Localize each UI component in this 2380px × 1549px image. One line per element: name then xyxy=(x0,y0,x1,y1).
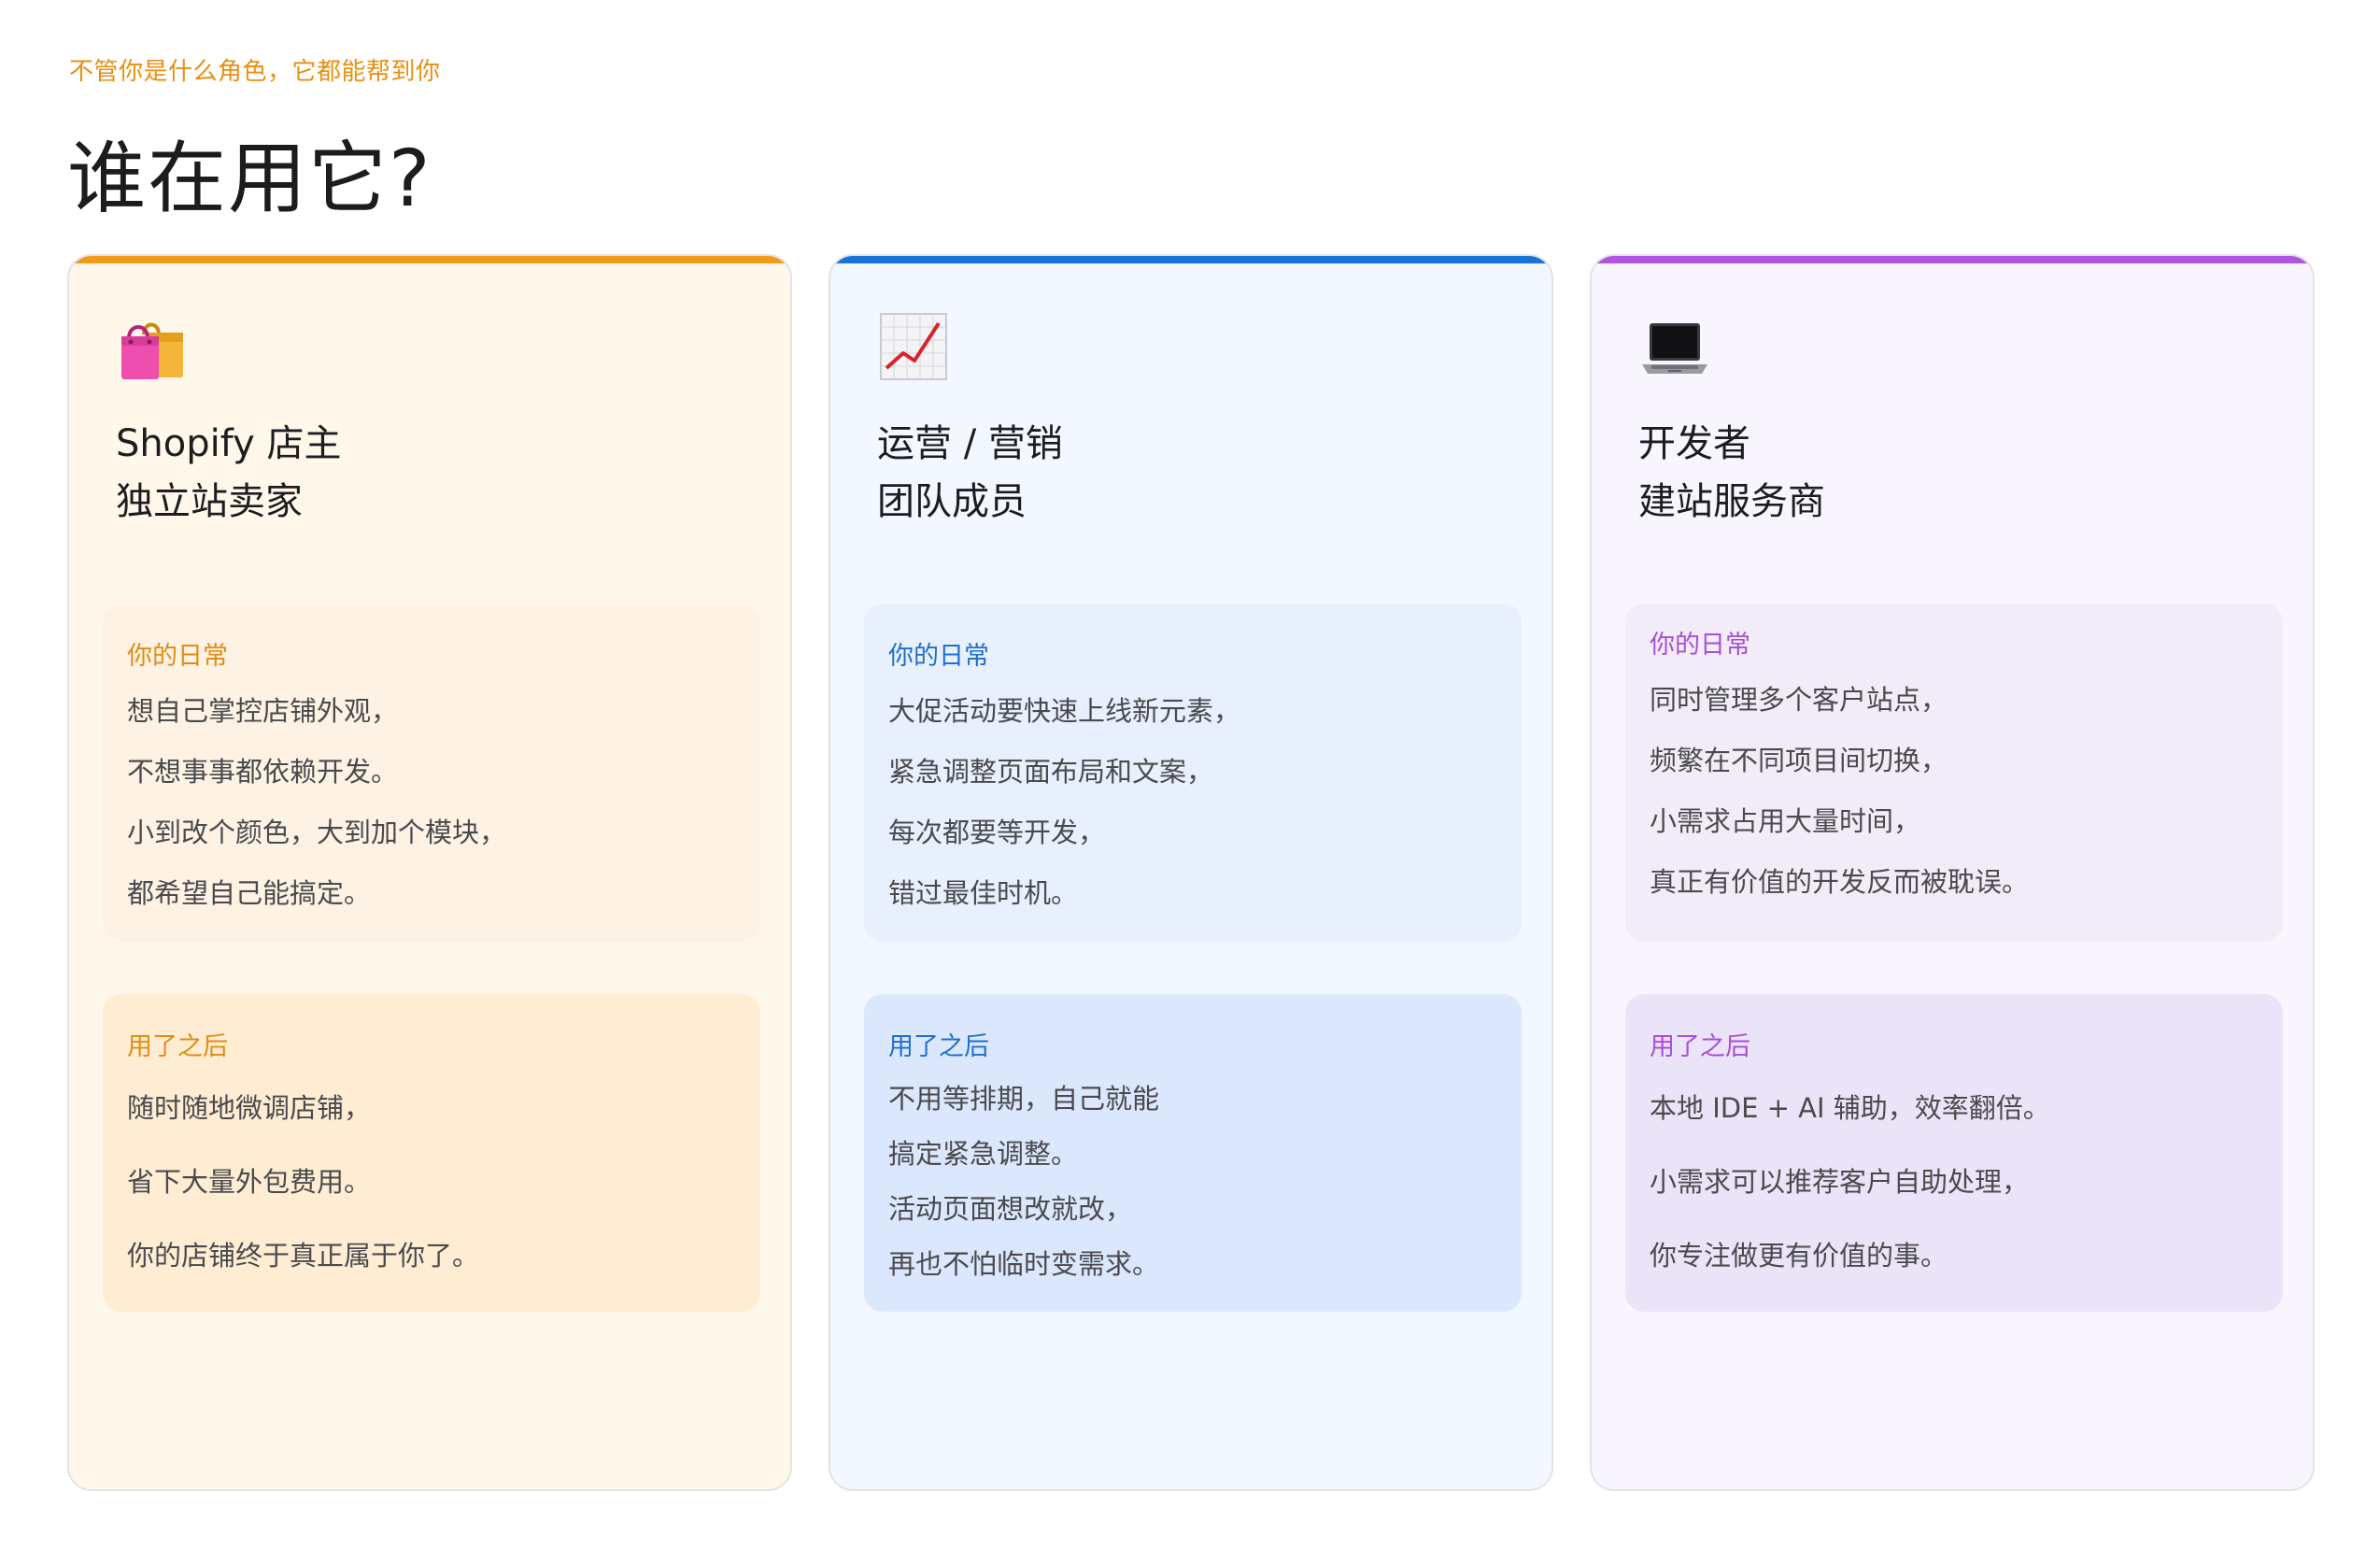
card-title-line1: Shopify 店主 xyxy=(116,422,342,465)
after-line: 搞定紧急调整。 xyxy=(888,1138,1079,1170)
daily-line: 不想事事都依赖开发。 xyxy=(127,756,399,788)
after-panel-title: 用了之后 xyxy=(1650,1032,1750,1061)
after-line: 省下大量外包费用。 xyxy=(127,1166,372,1198)
laptop-icon xyxy=(1638,310,1711,383)
persona-card-shopify-owner: Shopify 店主 独立站卖家 你的日常 想自己掌控店铺外观， 不想事事都依赖… xyxy=(67,254,792,1491)
after-panel-title: 用了之后 xyxy=(888,1032,989,1061)
card-accent-bar xyxy=(69,256,790,263)
after-panel-title: 用了之后 xyxy=(127,1032,228,1061)
card-title-line2: 建站服务商 xyxy=(1638,480,1825,523)
daily-panel-title: 你的日常 xyxy=(127,642,228,671)
card-title-line1: 运营 / 营销 xyxy=(877,422,1063,465)
chart-increasing-icon xyxy=(877,310,950,383)
after-line: 小需求可以推荐客户自助处理， xyxy=(1650,1166,2030,1198)
shopping-bags-icon xyxy=(116,310,189,383)
daily-line: 小到改个颜色，大到加个模块， xyxy=(127,817,507,848)
daily-line: 错过最佳时机。 xyxy=(888,877,1079,909)
card-title-line1: 开发者 xyxy=(1638,422,1750,465)
after-line: 你专注做更有价值的事。 xyxy=(1650,1240,1948,1272)
page-title: 谁在用它? xyxy=(67,133,432,224)
after-line: 随时随地微调店铺， xyxy=(127,1092,372,1124)
card-accent-bar xyxy=(1592,256,2313,263)
after-line: 再也不怕临时变需求。 xyxy=(888,1248,1160,1280)
daily-line: 同时管理多个客户站点， xyxy=(1650,684,1948,716)
after-line: 你的店铺终于真正属于你了。 xyxy=(127,1240,480,1272)
daily-panel-title: 你的日常 xyxy=(888,642,989,671)
daily-line: 小需求占用大量时间， xyxy=(1650,805,1921,837)
after-panel: 用了之后 不用等排期，自己就能 搞定紧急调整。 活动页面想改就改， 再也不怕临时… xyxy=(864,994,1522,1312)
persona-cards: Shopify 店主 独立站卖家 你的日常 想自己掌控店铺外观， 不想事事都依赖… xyxy=(67,254,2315,1491)
daily-panel: 你的日常 大促活动要快速上线新元素， 紧急调整页面布局和文案， 每次都要等开发，… xyxy=(864,604,1522,942)
after-panel: 用了之后 本地 IDE + AI 辅助，效率翻倍。 小需求可以推荐客户自助处理，… xyxy=(1625,994,2283,1312)
daily-line: 大促活动要快速上线新元素， xyxy=(888,695,1241,727)
daily-line: 都希望自己能搞定。 xyxy=(127,877,372,909)
after-line: 本地 IDE + AI 辅助，效率翻倍。 xyxy=(1650,1092,2050,1124)
daily-line: 频繁在不同项目间切换， xyxy=(1650,745,1948,776)
daily-line: 想自己掌控店铺外观， xyxy=(127,695,399,727)
after-line: 活动页面想改就改， xyxy=(888,1193,1133,1225)
after-panel: 用了之后 随时随地微调店铺， 省下大量外包费用。 你的店铺终于真正属于你了。 xyxy=(103,994,760,1312)
card-accent-bar xyxy=(830,256,1551,263)
card-title-line2: 团队成员 xyxy=(877,480,1027,523)
after-line: 不用等排期，自己就能 xyxy=(888,1083,1160,1115)
card-title: 开发者 建站服务商 xyxy=(1638,415,1825,531)
page: 不管你是什么角色，它都能帮到你 谁在用它? Shopify 店主 独立站卖家 你… xyxy=(0,0,2380,1549)
daily-line: 真正有价值的开发反而被耽误。 xyxy=(1650,866,2030,898)
persona-card-ops-marketing: 运营 / 营销 团队成员 你的日常 大促活动要快速上线新元素， 紧急调整页面布局… xyxy=(829,254,1553,1491)
card-title-line2: 独立站卖家 xyxy=(116,480,303,523)
daily-line: 紧急调整页面布局和文案， xyxy=(888,756,1214,788)
daily-panel-title: 你的日常 xyxy=(1650,631,1750,660)
section-eyebrow: 不管你是什么角色，它都能帮到你 xyxy=(69,58,441,86)
daily-line: 每次都要等开发， xyxy=(888,817,1106,848)
card-title: 运营 / 营销 团队成员 xyxy=(877,415,1063,531)
daily-panel: 你的日常 想自己掌控店铺外观， 不想事事都依赖开发。 小到改个颜色，大到加个模块… xyxy=(103,604,760,942)
card-title: Shopify 店主 独立站卖家 xyxy=(116,415,341,531)
persona-card-developer: 开发者 建站服务商 你的日常 同时管理多个客户站点， 频繁在不同项目间切换， 小… xyxy=(1590,254,2315,1491)
daily-panel: 你的日常 同时管理多个客户站点， 频繁在不同项目间切换， 小需求占用大量时间， … xyxy=(1625,604,2283,942)
